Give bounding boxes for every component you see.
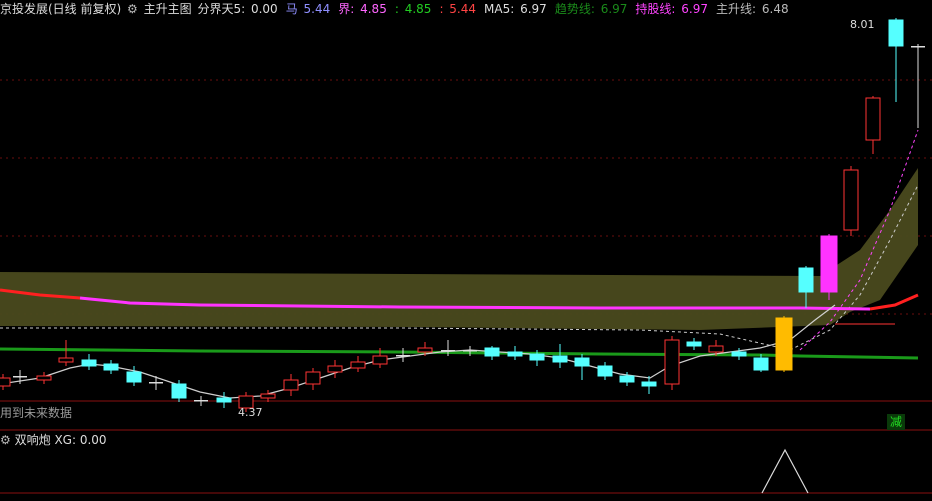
settings-gear-icon[interactable]: ⚙ bbox=[0, 433, 11, 447]
channel-band bbox=[0, 168, 918, 330]
candle-body bbox=[305, 371, 321, 385]
candle-body bbox=[529, 353, 545, 361]
candle-body bbox=[888, 19, 904, 47]
header-item: 持股线: 6.97 bbox=[635, 2, 710, 16]
candle-body bbox=[708, 345, 724, 353]
candle-body bbox=[417, 347, 433, 353]
indicator-values: 分界天5: 0.00 马 5.44 界: 4.85: 4.85: 5.44 MA5: … bbox=[197, 2, 796, 16]
candle-body bbox=[81, 359, 97, 367]
header-item: 马 5.44 bbox=[286, 2, 333, 16]
stock-title[interactable]: 京投发展(日线 前复权) bbox=[0, 2, 121, 16]
candle-body bbox=[597, 365, 613, 377]
future-data-note: 用到未来数据 bbox=[0, 406, 73, 420]
sub-indicator-name[interactable]: 双响炮 bbox=[15, 433, 51, 447]
candle-body bbox=[216, 397, 232, 403]
candle-body bbox=[463, 350, 477, 352]
indicator-header: 京投发展(日线 前复权) ⚙ 主升主图 分界天5: 0.00 马 5.44 界: 4… bbox=[0, 0, 932, 18]
indicator-name[interactable]: 主升主图 bbox=[144, 2, 192, 16]
sub-indicator-label: XG: bbox=[54, 433, 76, 447]
xg-signal-peak bbox=[761, 448, 809, 494]
candle-body bbox=[731, 351, 747, 357]
header-item-label: 持股线: bbox=[635, 2, 676, 16]
candle-body bbox=[484, 347, 500, 357]
candle-body bbox=[171, 383, 187, 399]
header-item: 分界天5: 0.00 bbox=[197, 2, 279, 16]
candle-body bbox=[911, 46, 925, 48]
candle-body bbox=[396, 355, 410, 357]
header-item-value: 4.85 bbox=[356, 2, 387, 16]
candle-body bbox=[843, 169, 859, 231]
candle-body bbox=[260, 393, 276, 399]
candle-body bbox=[664, 339, 680, 385]
header-item-value: 5.44 bbox=[445, 2, 477, 16]
header-item: : 5.44 bbox=[439, 2, 478, 16]
candle-body bbox=[194, 400, 208, 402]
candle-body bbox=[574, 357, 590, 367]
header-item-value: 6.48 bbox=[758, 2, 789, 16]
header-item-label: MA5: bbox=[484, 2, 515, 16]
header-item-label: 主升线: bbox=[716, 2, 757, 16]
header-item: 主升线: 6.48 bbox=[716, 2, 791, 16]
reduce-signal-badge: 减 bbox=[887, 414, 905, 430]
candle-body bbox=[775, 317, 793, 371]
candle-body bbox=[753, 357, 769, 371]
candle-body bbox=[126, 371, 142, 383]
candle-body bbox=[507, 351, 523, 357]
candle-body bbox=[103, 363, 119, 371]
candle-body bbox=[686, 341, 702, 347]
header-item-label: : bbox=[439, 2, 444, 16]
header-item: : 4.85 bbox=[395, 2, 434, 16]
header-item-value: 6.97 bbox=[677, 2, 709, 16]
header-item-value: 5.44 bbox=[299, 2, 331, 16]
candle-body bbox=[641, 381, 657, 387]
candle-body bbox=[350, 361, 366, 369]
candle-body bbox=[865, 97, 881, 141]
chart-window[interactable]: 京投发展(日线 前复权) ⚙ 主升主图 分界天5: 0.00 马 5.44 界: 4… bbox=[0, 0, 932, 497]
candle-body bbox=[619, 375, 635, 383]
candle-body bbox=[13, 376, 27, 378]
candle-body bbox=[552, 355, 568, 363]
candle-body bbox=[372, 355, 388, 365]
candle-body bbox=[149, 382, 163, 384]
sub-indicator-value: 0.00 bbox=[79, 433, 107, 447]
candle-body bbox=[36, 375, 52, 381]
settings-gear-icon[interactable]: ⚙ bbox=[127, 2, 138, 16]
sub-indicator-header: ⚙ 双响炮 XG: 0.00 bbox=[0, 432, 107, 448]
candle-body bbox=[441, 350, 455, 352]
candle-body bbox=[283, 379, 299, 391]
header-item-value: 0.00 bbox=[247, 2, 278, 16]
candle-body bbox=[0, 377, 11, 387]
kline-chart[interactable] bbox=[0, 0, 932, 497]
candle-body bbox=[327, 365, 343, 373]
low-price-label: 4.37 bbox=[238, 406, 263, 419]
header-item: 趋势线: 6.97 bbox=[555, 2, 630, 16]
header-item-value: 6.97 bbox=[516, 2, 547, 16]
header-item-label: : bbox=[394, 2, 399, 16]
header-item: 界: 4.85 bbox=[338, 2, 389, 16]
high-price-label: 8.01 bbox=[850, 18, 875, 31]
header-item-label: 趋势线: bbox=[554, 2, 595, 16]
header-item-label: 马 bbox=[285, 2, 298, 16]
header-item: MA5: 6.97 bbox=[484, 2, 549, 16]
candle-body bbox=[58, 357, 74, 363]
header-item-label: 界: bbox=[338, 2, 355, 16]
header-item-label: 分界天5: bbox=[197, 2, 246, 16]
candle-body bbox=[798, 267, 814, 293]
header-item-value: 6.97 bbox=[596, 2, 628, 16]
header-item-value: 4.85 bbox=[400, 2, 432, 16]
candle-body bbox=[820, 235, 838, 293]
